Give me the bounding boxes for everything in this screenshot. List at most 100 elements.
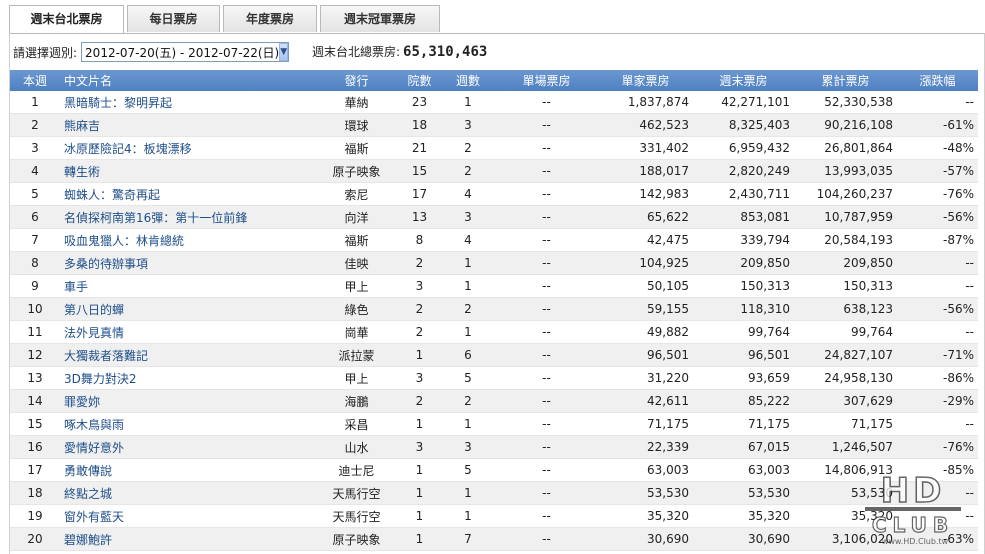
week-select-value: 2012-07-20(五) - 2012-07-22(日) [85, 45, 280, 60]
cell-change: -56% [897, 205, 978, 229]
table-row: 12 大獨裁者落難記 派拉蒙 1 6 -- 96,501 96,501 24,827,107 -7… [10, 343, 978, 367]
cell-per-theater: 30,690 [598, 527, 693, 551]
cell-weeks: 7 [441, 527, 495, 551]
col-weekend-gross[interactable]: 週末票房 [693, 70, 794, 91]
col-theaters[interactable]: 院數 [398, 70, 441, 91]
movie-title-link[interactable]: 窗外有藍天 [64, 510, 124, 524]
cell-weekend-gross: 6,959,432 [693, 136, 794, 160]
tab-bar: 週末台北票房 每日票房 年度票房 週末冠軍票房 [9, 5, 443, 34]
cell-theaters: 2 [398, 251, 441, 275]
movie-title-link[interactable]: 啄木鳥與雨 [64, 418, 124, 432]
tab-weekend-taipei[interactable]: 週末台北票房 [9, 5, 124, 34]
cell-distributor: 天馬行空 [315, 481, 398, 505]
movie-title-link[interactable]: 碧娜鮑許 [64, 533, 112, 547]
table-row: 11 法外見真情 崗華 2 1 -- 49,882 99,764 99,764 -- [10, 320, 978, 344]
cell-per-screening: -- [495, 113, 598, 137]
cell-title: 冰原歷險記4：板塊漂移 [60, 136, 315, 160]
cell-weekend-gross: 63,003 [693, 458, 794, 482]
cell-per-theater: 31,220 [598, 366, 693, 390]
col-per-theater[interactable]: 單家票房 [598, 70, 693, 91]
table-row: 5 蜘蛛人：驚奇再起 索尼 17 4 -- 142,983 2,430,711 104,260,… [10, 182, 978, 206]
movie-title-link[interactable]: 終點之城 [64, 487, 112, 501]
table-row: 20 碧娜鮑許 原子映象 1 7 -- 30,690 30,690 3,106,020 -63% [10, 527, 978, 551]
cell-title: 第八日的蟬 [60, 297, 315, 321]
cell-distributor: 采昌 [315, 412, 398, 436]
movie-title-link[interactable]: 3D舞力對決2 [64, 372, 137, 386]
cell-per-screening: -- [495, 274, 598, 298]
cell-weeks: 2 [441, 297, 495, 321]
cell-cumulative: 3,106,020 [794, 527, 897, 551]
cell-weekend-gross: 150,313 [693, 274, 794, 298]
cell-weeks: 1 [441, 481, 495, 505]
movie-title-link[interactable]: 熊麻吉 [64, 119, 100, 133]
col-cumulative[interactable]: 累計票房 [794, 70, 897, 91]
movie-title-link[interactable]: 勇敢傳說 [64, 464, 112, 478]
col-change[interactable]: 漲跌幅 [897, 70, 978, 91]
movie-title-link[interactable]: 黑暗騎士：黎明昇起 [64, 96, 172, 110]
cell-weekend-gross: 853,081 [693, 205, 794, 229]
table-row: 10 第八日的蟬 綠色 2 2 -- 59,155 118,310 638,123 -56% [10, 297, 978, 321]
cell-title: 罪愛妳 [60, 389, 315, 413]
chevron-down-icon[interactable]: ▼ [279, 43, 289, 61]
movie-title-link[interactable]: 愛情好意外 [64, 441, 124, 455]
cell-title: 吸血鬼獵人：林肯總統 [60, 228, 315, 252]
movie-title-link[interactable]: 吸血鬼獵人：林肯總統 [64, 234, 184, 248]
cell-title: 名偵探柯南第16彈：第十一位前鋒 [60, 205, 315, 229]
cell-weeks: 1 [441, 412, 495, 436]
cell-distributor: 索尼 [315, 182, 398, 206]
cell-title: 啄木鳥與雨 [60, 412, 315, 436]
cell-cumulative: 90,216,108 [794, 113, 897, 137]
movie-title-link[interactable]: 名偵探柯南第16彈：第十一位前鋒 [64, 211, 247, 225]
cell-weekend-gross: 209,850 [693, 251, 794, 275]
cell-weeks: 3 [441, 205, 495, 229]
movie-title-link[interactable]: 大獨裁者落難記 [64, 349, 148, 363]
cell-change: -48% [897, 136, 978, 160]
cell-rank: 18 [10, 481, 60, 505]
cell-per-theater: 331,402 [598, 136, 693, 160]
movie-title-link[interactable]: 蜘蛛人：驚奇再起 [64, 188, 160, 202]
col-title[interactable]: 中文片名 [60, 70, 315, 91]
cell-weekend-gross: 42,271,101 [693, 91, 794, 114]
movie-title-link[interactable]: 第八日的蟬 [64, 303, 124, 317]
cell-per-screening: -- [495, 527, 598, 551]
cell-cumulative: 150,313 [794, 274, 897, 298]
tab-weekend-champion[interactable]: 週末冠軍票房 [320, 5, 440, 32]
cell-cumulative: 1,246,507 [794, 435, 897, 459]
cell-per-screening: -- [495, 458, 598, 482]
col-distributor[interactable]: 發行 [315, 70, 398, 91]
col-rank[interactable]: 本週 [10, 70, 60, 91]
movie-title-link[interactable]: 法外見真情 [64, 326, 124, 340]
cell-weeks: 5 [441, 458, 495, 482]
cell-rank: 13 [10, 366, 60, 390]
cell-per-theater: 96,501 [598, 343, 693, 367]
cell-cumulative: 14,806,913 [794, 458, 897, 482]
cell-theaters: 1 [398, 481, 441, 505]
movie-title-link[interactable]: 多桑的待辦事項 [64, 257, 148, 271]
col-weeks[interactable]: 週數 [441, 70, 495, 91]
cell-change: -76% [897, 182, 978, 206]
cell-rank: 7 [10, 228, 60, 252]
cell-weeks: 2 [441, 159, 495, 183]
cell-per-theater: 71,175 [598, 412, 693, 436]
tab-yearly[interactable]: 年度票房 [223, 5, 317, 32]
cell-cumulative: 209,850 [794, 251, 897, 275]
movie-title-link[interactable]: 罪愛妳 [64, 395, 100, 409]
cell-per-screening: -- [495, 205, 598, 229]
cell-change: -- [897, 412, 978, 436]
cell-theaters: 1 [398, 343, 441, 367]
cell-per-theater: 42,611 [598, 389, 693, 413]
cell-change: -85% [897, 458, 978, 482]
cell-rank: 5 [10, 182, 60, 206]
col-per-screening[interactable]: 單場票房 [495, 70, 598, 91]
cell-theaters: 23 [398, 91, 441, 114]
tab-daily[interactable]: 每日票房 [127, 5, 220, 32]
week-select-label: 請選擇週別: [13, 45, 78, 60]
movie-title-link[interactable]: 轉生術 [64, 165, 100, 179]
cell-per-screening: -- [495, 435, 598, 459]
movie-title-link[interactable]: 冰原歷險記4：板塊漂移 [64, 142, 192, 156]
cell-change: -- [897, 251, 978, 275]
cell-rank: 12 [10, 343, 60, 367]
cell-rank: 14 [10, 389, 60, 413]
movie-title-link[interactable]: 車手 [64, 280, 88, 294]
week-select[interactable]: 2012-07-20(五) - 2012-07-22(日) ▼ [81, 42, 290, 62]
